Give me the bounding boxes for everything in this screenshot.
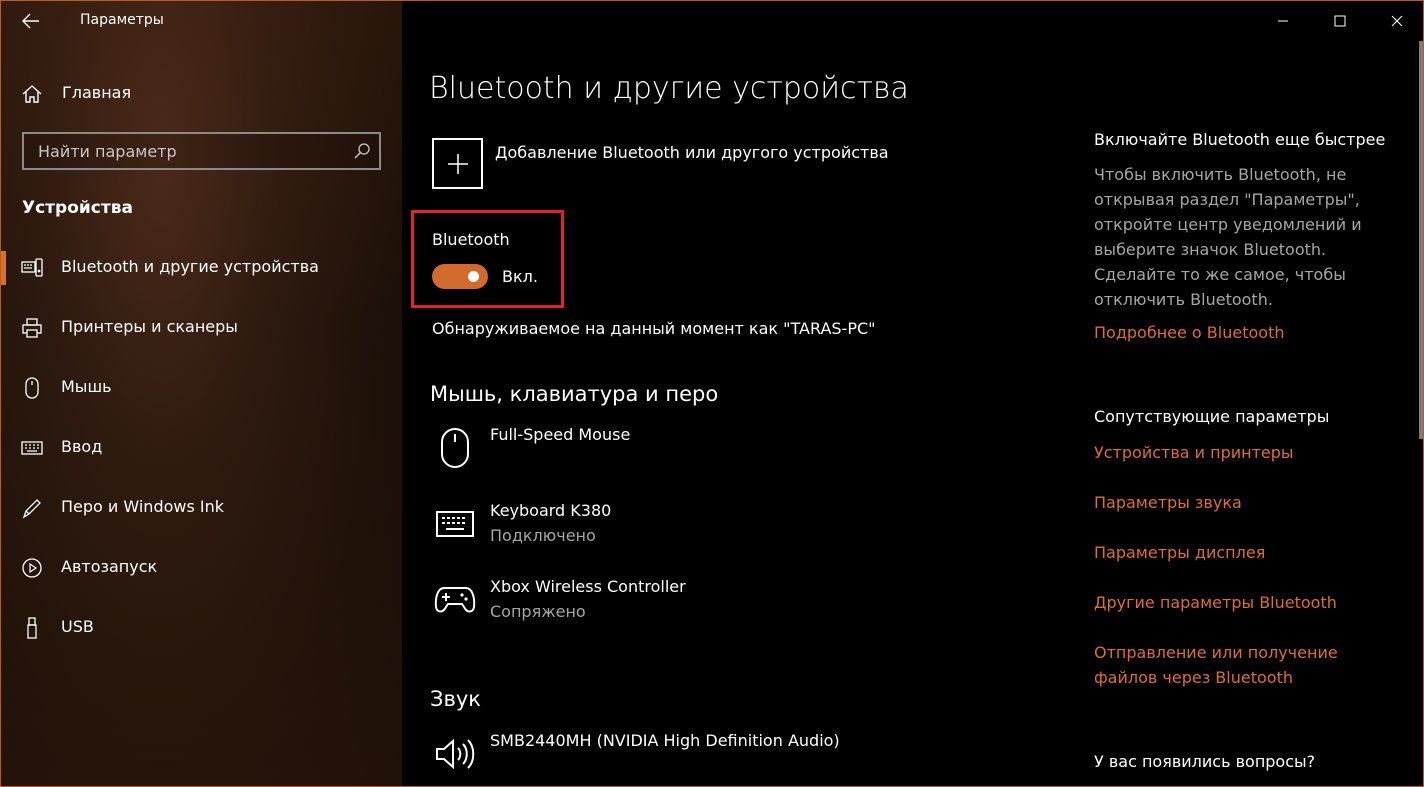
- add-device-label: Добавление Bluetooth или другого устройс…: [495, 143, 889, 162]
- discoverable-text: Обнаруживаемое на данный момент как "TAR…: [432, 319, 876, 338]
- bluetooth-label: Bluetooth: [432, 230, 510, 249]
- quick-tip-text: Чтобы включить Bluetooth, не открывая ра…: [1094, 165, 1362, 309]
- titlebar-left: Параметры: [1, 1, 402, 41]
- sidebar-item-label: Перо и Windows Ink: [61, 497, 225, 516]
- active-indicator: [1, 251, 6, 285]
- sidebar-item-label: Ввод: [61, 437, 103, 456]
- bluetooth-toggle-state: Вкл.: [502, 267, 538, 286]
- sidebar-item-mouse[interactable]: Мышь: [1, 363, 402, 413]
- app-title: Параметры: [80, 12, 164, 28]
- usb-icon: [27, 617, 37, 639]
- device-keyboard[interactable]: Keyboard K380 Подключено: [432, 501, 952, 561]
- home-icon: [22, 85, 42, 103]
- maximize-icon: [1334, 15, 1345, 27]
- add-device-button[interactable]: Добавление Bluetooth или другого устройс…: [432, 138, 902, 190]
- device-status: Сопряжено: [490, 602, 586, 621]
- section-input-title: Мышь, клавиатура и перо: [430, 382, 719, 406]
- related-settings-title: Сопутствующие параметры: [1094, 407, 1330, 426]
- pen-icon: [22, 499, 41, 519]
- minimize-icon: [1277, 20, 1288, 22]
- close-button[interactable]: [1368, 1, 1423, 41]
- sidebar-item-printers[interactable]: Принтеры и сканеры: [1, 303, 402, 353]
- section-audio-title: Звук: [430, 687, 481, 711]
- device-gamepad[interactable]: Xbox Wireless Controller Сопряжено: [432, 577, 952, 637]
- keyboard-icon: [21, 441, 43, 455]
- sidebar-item-usb[interactable]: USB: [1, 603, 402, 653]
- bluetooth-devices-icon: [21, 258, 43, 277]
- device-speaker[interactable]: SMB2440MH (NVIDIA High Definition Audio): [432, 731, 952, 786]
- gamepad-icon: [432, 577, 478, 623]
- search-input[interactable]: Найти параметр: [22, 132, 381, 170]
- plus-icon: [447, 153, 468, 174]
- back-arrow-icon: [22, 13, 39, 29]
- sidebar-item-label: USB: [61, 617, 94, 636]
- keyboard-icon: [432, 501, 478, 547]
- sidebar-item-label: Автозапуск: [61, 557, 158, 576]
- maximize-button[interactable]: [1311, 1, 1368, 41]
- quick-tip-title: Включайте Bluetooth еще быстрее: [1094, 130, 1386, 149]
- bluetooth-highlight-box: [411, 210, 564, 308]
- sidebar-item-label: Bluetooth и другие устройства: [61, 257, 319, 276]
- sidebar-item-bluetooth[interactable]: Bluetooth и другие устройства: [1, 243, 402, 293]
- settings-window: Параметры Главная Найти параметр Устройс…: [0, 0, 1424, 787]
- mouse-icon: [432, 425, 478, 471]
- autoplay-icon: [22, 558, 42, 578]
- sidebar-item-input[interactable]: Ввод: [1, 423, 402, 473]
- device-name: Full-Speed Mouse: [490, 425, 631, 444]
- sidebar-item-pen[interactable]: Перо и Windows Ink: [1, 483, 402, 533]
- printer-icon: [22, 318, 42, 338]
- link-devices-printers[interactable]: Устройства и принтеры: [1094, 440, 1294, 465]
- nav-home[interactable]: Главная: [1, 73, 402, 113]
- add-device-box: [432, 138, 483, 189]
- nav-home-label: Главная: [62, 83, 132, 102]
- link-display-settings[interactable]: Параметры дисплея: [1094, 540, 1265, 565]
- device-mouse[interactable]: Full-Speed Mouse: [432, 425, 952, 485]
- device-name: Xbox Wireless Controller: [490, 577, 686, 596]
- search-icon: [354, 143, 370, 159]
- minimize-button[interactable]: [1254, 1, 1311, 41]
- search-placeholder: Найти параметр: [38, 142, 177, 161]
- main-content: Bluetooth и другие устройства Добавление…: [402, 1, 1423, 786]
- questions-title: У вас появились вопросы?: [1094, 752, 1316, 771]
- sidebar-item-autoplay[interactable]: Автозапуск: [1, 543, 402, 593]
- sidebar: Параметры Главная Найти параметр Устройс…: [1, 1, 402, 786]
- scrollbar[interactable]: [1419, 41, 1423, 439]
- device-status: Подключено: [490, 526, 596, 545]
- mouse-icon: [25, 377, 39, 399]
- page-title: Bluetooth и другие устройства: [429, 71, 909, 106]
- link-send-receive-files[interactable]: Отправление или получение файлов через B…: [1094, 640, 1364, 690]
- sidebar-section-title: Устройства: [22, 198, 133, 218]
- sidebar-item-label: Мышь: [61, 377, 112, 396]
- device-name: Keyboard K380: [490, 501, 612, 520]
- link-sound-settings[interactable]: Параметры звука: [1094, 490, 1242, 515]
- sidebar-item-label: Принтеры и сканеры: [61, 317, 238, 336]
- toggle-knob: [468, 271, 479, 282]
- speaker-icon: [432, 731, 478, 777]
- back-button[interactable]: [15, 7, 47, 35]
- link-more-bluetooth-options[interactable]: Другие параметры Bluetooth: [1094, 590, 1337, 615]
- bluetooth-toggle[interactable]: [432, 264, 488, 289]
- window-controls: [1254, 1, 1423, 41]
- device-name: SMB2440MH (NVIDIA High Definition Audio): [490, 731, 840, 750]
- link-more-bluetooth[interactable]: Подробнее о Bluetooth: [1094, 320, 1284, 345]
- close-icon: [1391, 15, 1402, 27]
